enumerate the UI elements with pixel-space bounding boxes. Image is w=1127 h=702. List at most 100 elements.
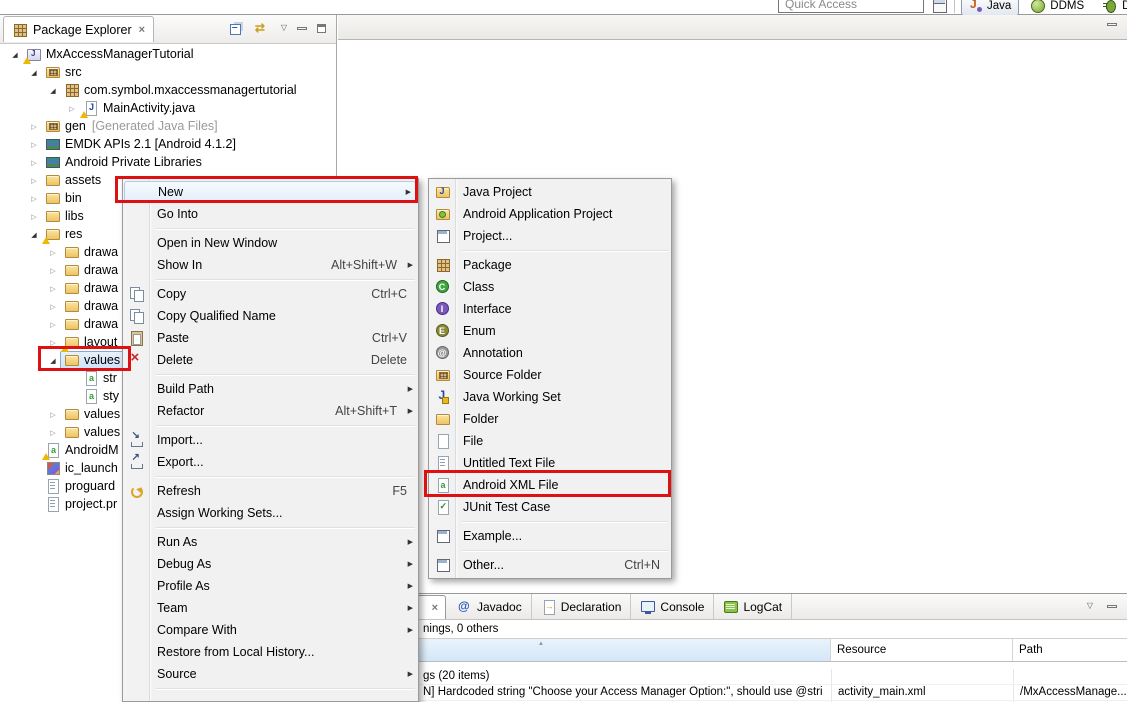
column-header-path[interactable]: Path (1013, 639, 1127, 661)
submenu-item[interactable]: JUnit Test Case ▶ (429, 496, 671, 518)
menu-item-label: Copy Qualified Name (150, 309, 413, 323)
bottom-view-tab[interactable]: Console (631, 594, 714, 619)
table-group-row[interactable]: gs (20 items) (338, 669, 1127, 685)
column-header-resource[interactable]: Resource (831, 639, 1013, 661)
problems-summary: nings, 0 others (338, 620, 1127, 639)
context-menu-item[interactable]: Copy Qualified Name ▶ (123, 305, 418, 327)
submenu-item[interactable]: Java Project ▶ (429, 181, 671, 203)
submenu-item[interactable]: Source Folder ▶ (429, 364, 671, 386)
bottom-view-tab[interactable]: Javadoc (448, 594, 532, 619)
submenu-item[interactable]: Class ▶ (429, 276, 671, 298)
menu-item-icon (123, 556, 150, 572)
menu-item-shortcut: Ctrl+C (371, 287, 407, 301)
submenu-arrow-icon: ▶ (403, 670, 413, 678)
tree-twistie-icon[interactable] (46, 350, 60, 371)
tree-item[interactable]: MxAccessManagerTutorial (0, 45, 336, 63)
tree-item[interactable]: gen [Generated Java Files] (0, 117, 336, 135)
context-menu-item[interactable]: Go Into ▶ (123, 203, 418, 225)
minimize-icon[interactable] (1107, 23, 1117, 26)
minimize-icon[interactable] (297, 27, 307, 30)
context-menu-item[interactable]: Open in New Window ▶ (123, 232, 418, 254)
menu-item-label: Debug As (150, 557, 403, 571)
minimize-icon[interactable] (1107, 605, 1117, 608)
tree-twistie-icon[interactable] (46, 422, 60, 443)
context-menu-item[interactable]: Assign Working Sets... ▶ (123, 502, 418, 524)
context-menu-item[interactable]: Team ▶ (123, 597, 418, 619)
context-menu-item[interactable]: Debug As ▶ (123, 553, 418, 575)
submenu-item[interactable]: Package ▶ (429, 254, 671, 276)
quick-access-input[interactable]: Quick Access (778, 0, 924, 13)
context-menu-item[interactable]: Source ▶ (123, 663, 418, 685)
submenu-item[interactable]: Project... ▶ (429, 225, 671, 247)
submenu-item[interactable]: Android XML File ▶ (429, 474, 671, 496)
submenu-item[interactable]: Interface ▶ (429, 298, 671, 320)
tree-twistie-icon[interactable] (27, 224, 41, 245)
context-menu-item[interactable]: Restore from Local History... ▶ (123, 641, 418, 663)
submenu-item[interactable]: Other... Ctrl+N ▶ (429, 554, 671, 576)
context-menu-item[interactable]: Delete Delete ▶ (123, 349, 418, 371)
toolbar-separator (954, 0, 955, 13)
cell-resource (831, 669, 1013, 684)
submenu-item[interactable]: Folder ▶ (429, 408, 671, 430)
perspective-label: Java (987, 0, 1011, 12)
context-menu-item[interactable]: Show In Alt+Shift+W ▶ (123, 254, 418, 276)
bottom-view-tab[interactable]: LogCat (714, 594, 792, 619)
submenu-item[interactable]: Enum ▶ (429, 320, 671, 342)
close-icon[interactable]: × (432, 602, 438, 614)
tree-twistie-icon[interactable] (8, 45, 22, 65)
context-menu-item[interactable]: Run As ▶ (123, 531, 418, 553)
submenu-item[interactable]: Example... ▶ (429, 525, 671, 547)
view-menu-icon[interactable]: ▽ (1087, 601, 1093, 611)
menu-item-icon (429, 499, 456, 515)
perspective-debug-button[interactable]: Debu (1097, 0, 1127, 15)
tab-icon (640, 599, 656, 615)
menu-separator (123, 225, 418, 232)
submenu-item[interactable]: Android Application Project ▶ (429, 203, 671, 225)
tree-item[interactable]: Android Private Libraries (0, 153, 336, 171)
submenu-item[interactable]: Java Working Set ▶ (429, 386, 671, 408)
tree-twistie-icon[interactable] (27, 62, 41, 83)
context-menu-item[interactable]: Refresh F5 ▶ (123, 480, 418, 502)
context-menu-item[interactable]: Paste Ctrl+V ▶ (123, 327, 418, 349)
warning-overlay-icon (80, 111, 88, 118)
menu-item-icon (429, 184, 456, 200)
close-icon[interactable]: × (139, 24, 145, 36)
submenu-item[interactable]: Annotation ▶ (429, 342, 671, 364)
collapse-all-icon[interactable] (229, 20, 245, 36)
link-with-editor-icon[interactable] (255, 20, 271, 36)
tab-icon (457, 599, 473, 615)
tree-twistie-icon[interactable] (65, 98, 79, 119)
open-perspective-icon[interactable] (932, 0, 948, 14)
menu-item-icon (123, 235, 150, 251)
perspective-ddms-button[interactable]: DDMS (1025, 0, 1091, 15)
context-menu-item[interactable]: Refactor Alt+Shift+T ▶ (123, 400, 418, 422)
tree-item[interactable]: MainActivity.java (0, 99, 336, 117)
menu-item-icon (123, 308, 150, 324)
context-menu-item[interactable]: Profile As ▶ (123, 575, 418, 597)
context-menu-item[interactable]: New ▶ (124, 181, 416, 203)
tree-item-icon (64, 406, 80, 422)
bottom-tab-bar: × Javadoc Declaration Console LogCat (338, 594, 1127, 620)
context-menu-item[interactable]: Compare With ▶ (123, 619, 418, 641)
menu-item-label: Build Path (150, 382, 403, 396)
menu-separator (123, 276, 418, 283)
tab-label: Declaration (561, 600, 622, 614)
perspective-java-button[interactable]: Java (961, 0, 1019, 16)
context-menu-item[interactable]: Build Path ▶ (123, 378, 418, 400)
menu-item-icon (429, 455, 456, 471)
bottom-view-tab[interactable]: Declaration (532, 594, 632, 619)
package-explorer-tab[interactable]: Package Explorer × (3, 16, 154, 42)
context-menu-item[interactable]: Export... ▶ (123, 451, 418, 473)
table-row[interactable]: N] Hardcoded string "Choose your Access … (338, 685, 1127, 701)
submenu-item[interactable]: File ▶ (429, 430, 671, 452)
view-menu-icon[interactable]: ▽ (281, 23, 287, 33)
tree-item[interactable]: src (0, 63, 336, 81)
submenu-item[interactable]: Untitled Text File ▶ (429, 452, 671, 474)
tree-twistie-icon[interactable] (46, 80, 60, 101)
editor-top-strip (338, 15, 1127, 40)
context-menu-item[interactable]: Copy Ctrl+C ▶ (123, 283, 418, 305)
tree-item[interactable]: EMDK APIs 2.1 [Android 4.1.2] (0, 135, 336, 153)
tree-item[interactable]: com.symbol.mxaccessmanagertutorial (0, 81, 336, 99)
context-menu-item[interactable]: Import... ▶ (123, 429, 418, 451)
maximize-icon[interactable] (317, 24, 326, 33)
